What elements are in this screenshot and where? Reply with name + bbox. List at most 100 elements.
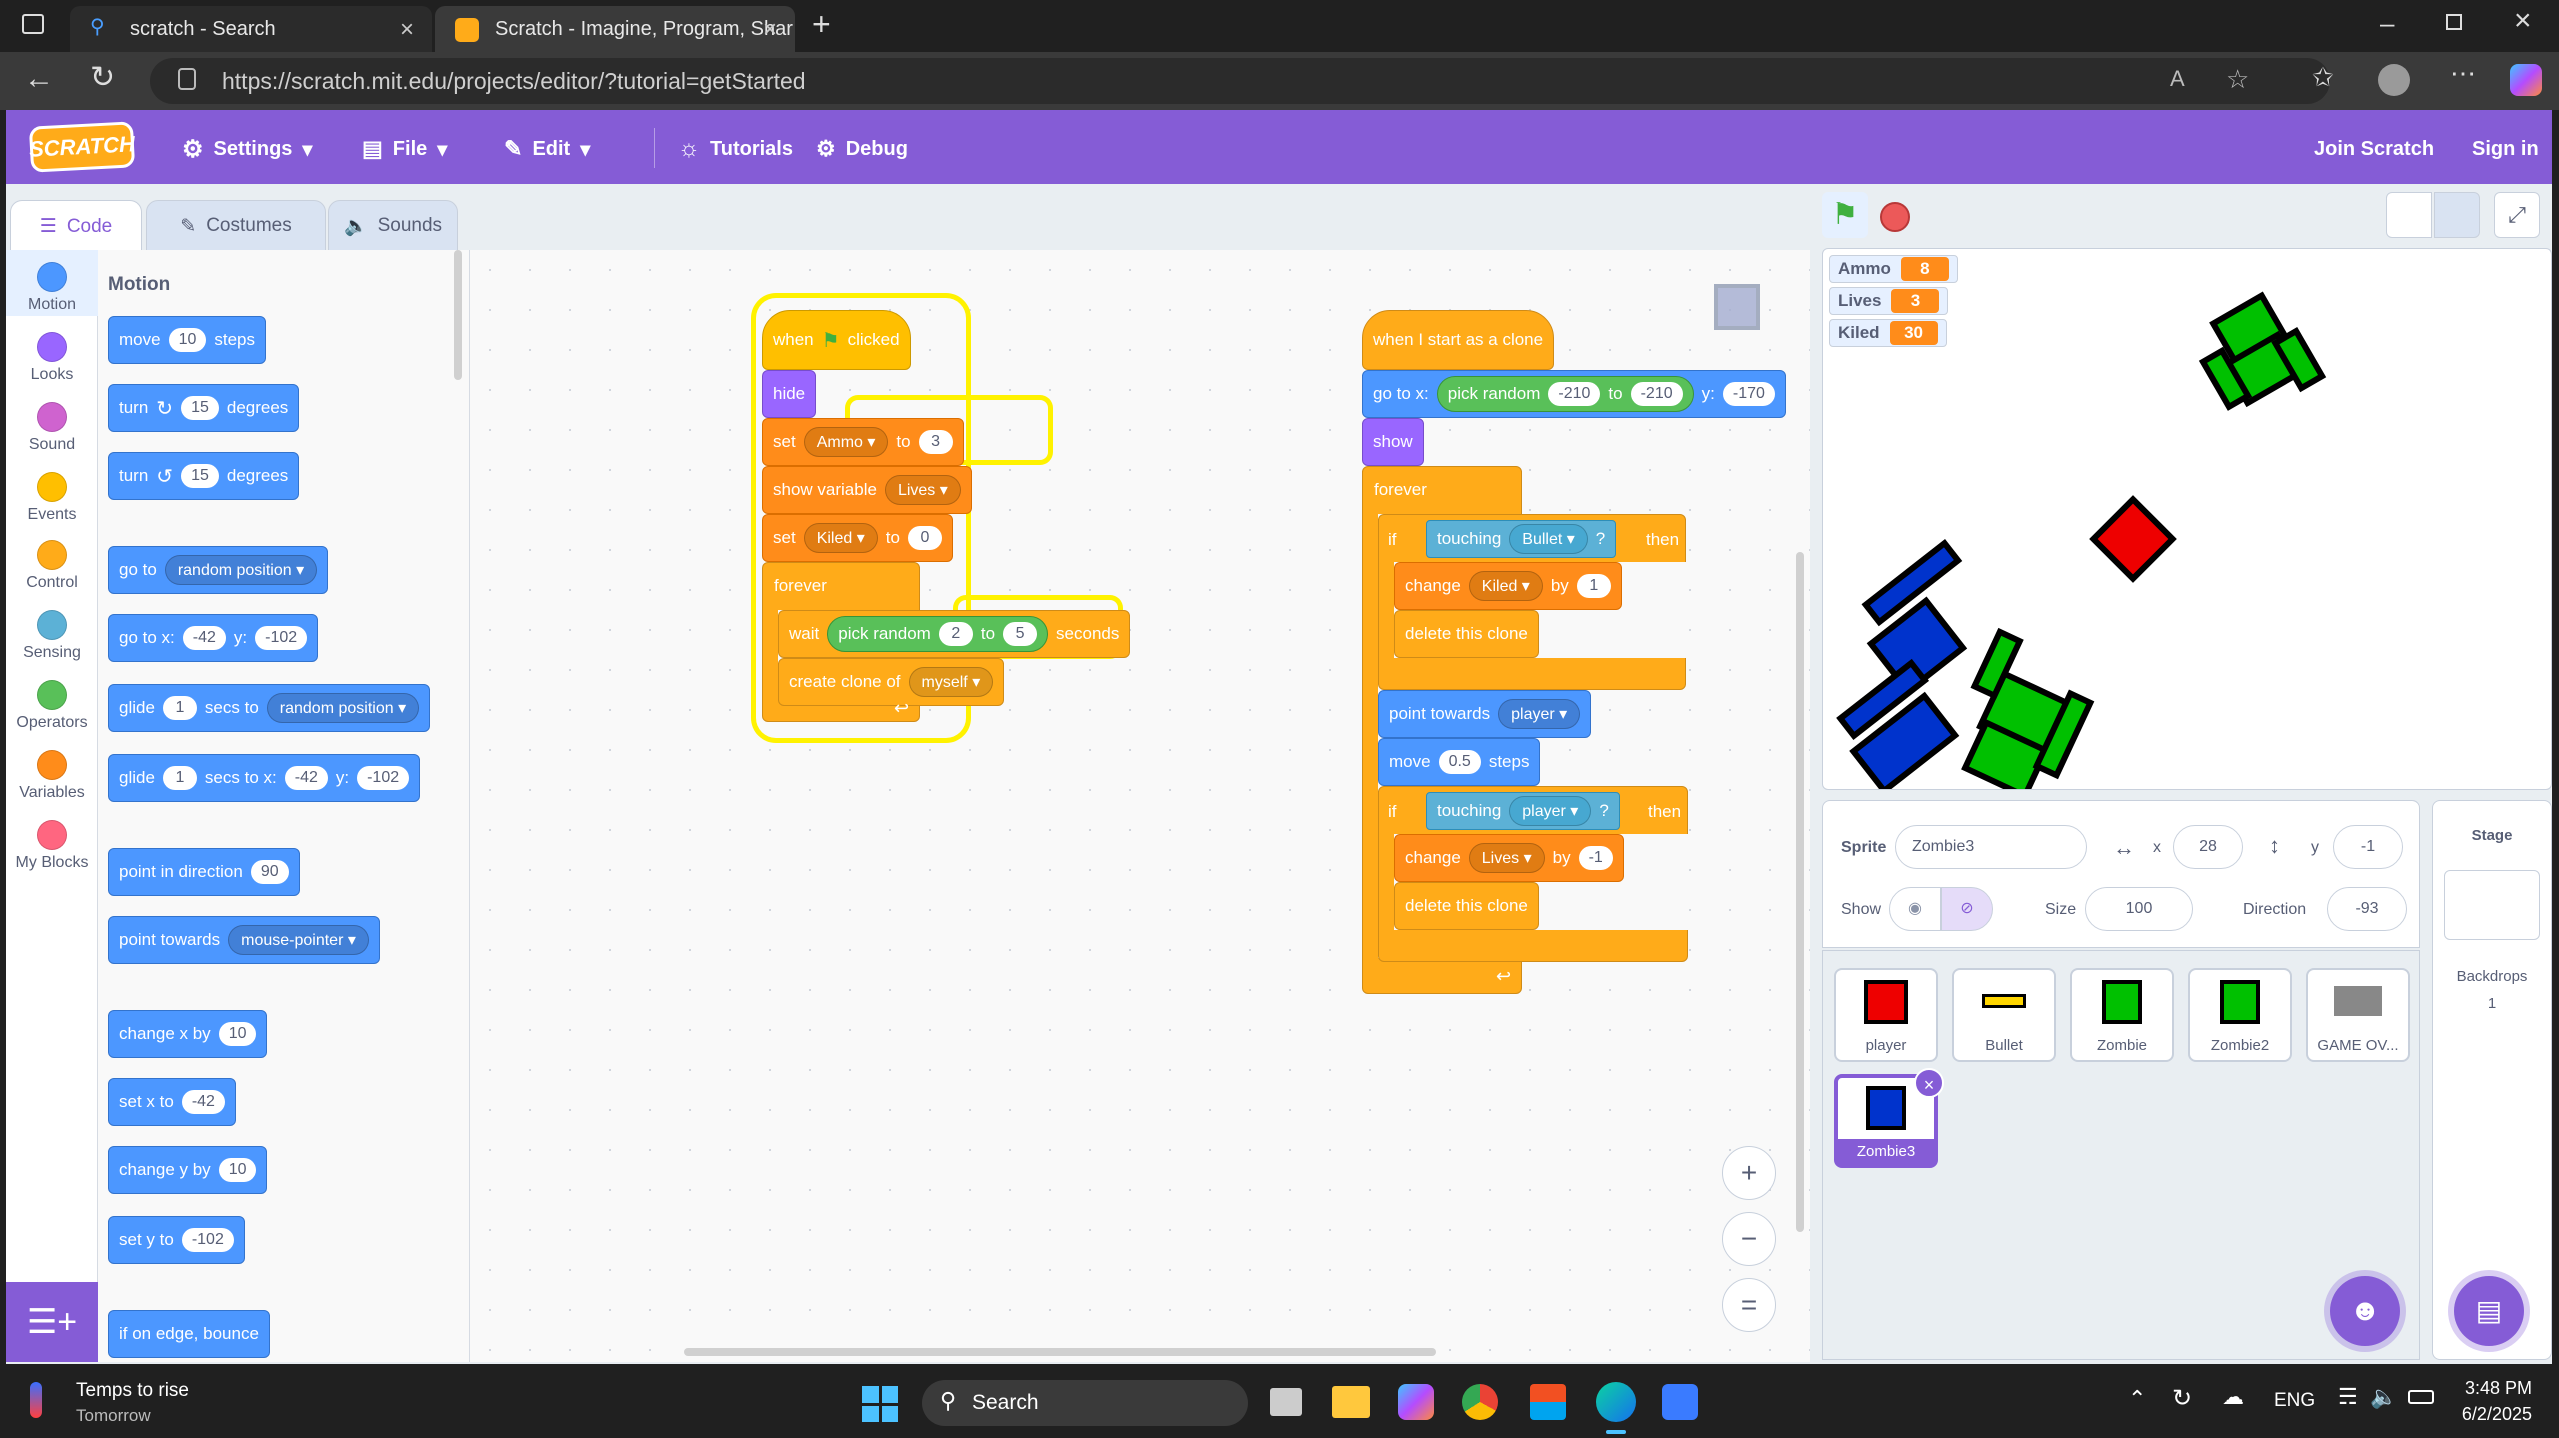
size-field[interactable]: 100 — [2085, 887, 2193, 931]
block-change-lives[interactable]: change Lives ▾ by -1 — [1394, 834, 1624, 882]
block-create-clone[interactable]: create clone of myself ▾ — [778, 658, 1005, 706]
block-change-y[interactable]: change y by 10 — [108, 1146, 268, 1194]
category-variables[interactable]: Variables — [6, 750, 98, 802]
add-extension-button[interactable]: ☰+ — [6, 1282, 98, 1362]
copilot-app-icon[interactable] — [1398, 1384, 1434, 1420]
script-area[interactable]: when ⚑ clicked hide set Ammo ▾ to 3 show vari… — [470, 250, 1810, 1362]
category-my-blocks[interactable]: My Blocks — [6, 820, 98, 872]
secs-input[interactable]: 1 — [162, 766, 197, 790]
block-touching-bullet[interactable]: touching Bullet ▾? — [1426, 520, 1617, 558]
weather-title[interactable]: Temps to rise — [76, 1380, 189, 1402]
from-input[interactable]: -210 — [1548, 382, 1601, 406]
zoom-out-button[interactable]: − — [1722, 1212, 1776, 1266]
read-aloud-icon[interactable]: A — [2170, 66, 2185, 92]
block-move-steps-2[interactable]: move 0.5 steps — [1378, 738, 1541, 786]
direction-input[interactable]: 90 — [250, 860, 289, 884]
x-input[interactable]: -42 — [284, 766, 328, 790]
block-point-direction[interactable]: point in direction 90 — [108, 848, 300, 896]
direction-field[interactable]: -93 — [2327, 887, 2407, 931]
block-when-flag-clicked[interactable]: when ⚑ clicked — [762, 310, 911, 370]
join-scratch-link[interactable]: Join Scratch — [2314, 134, 2434, 164]
profile-avatar[interactable] — [2378, 64, 2410, 96]
set-x-input[interactable]: -42 — [181, 1090, 225, 1114]
stage-canvas[interactable]: Ammo 8 Lives 3 Kiled 30 — [1822, 248, 2552, 790]
block-delete-clone-1[interactable]: delete this clone — [1394, 610, 1539, 658]
close-tab-icon[interactable]: × — [763, 16, 777, 44]
more-menu-icon[interactable]: ⋯ — [2450, 58, 2476, 89]
close-window-icon[interactable]: × — [2514, 4, 2532, 38]
towards-dropdown[interactable]: mouse-pointer ▾ — [228, 925, 369, 955]
block-bounce[interactable]: if on edge, bounce — [108, 1310, 270, 1358]
favorites-icon[interactable]: ✩ — [2312, 62, 2334, 93]
block-point-towards-player[interactable]: point towards player ▾ — [1378, 690, 1592, 738]
category-motion[interactable]: Motion — [6, 262, 98, 314]
steps-input[interactable]: 0.5 — [1438, 750, 1481, 774]
block-glide-random[interactable]: glide 1 secs to random position ▾ — [108, 684, 431, 732]
browser-tab-search[interactable]: ⚲ scratch - Search × — [70, 6, 432, 52]
category-operators[interactable]: Operators — [6, 680, 98, 732]
zoom-reset-button[interactable]: = — [1722, 1278, 1776, 1332]
store-icon[interactable] — [1530, 1384, 1566, 1420]
tab-actions-icon[interactable] — [22, 14, 44, 34]
block-set-ammo[interactable]: set Ammo ▾ to 3 — [762, 418, 964, 466]
horizontal-scrollbar[interactable] — [684, 1348, 1436, 1356]
show-eye-button[interactable]: ◉ — [1889, 887, 1941, 931]
category-looks[interactable]: Looks — [6, 332, 98, 384]
tab-code[interactable]: ☰ Code — [10, 200, 142, 252]
edge-icon[interactable] — [1596, 1382, 1636, 1422]
block-show[interactable]: show — [1362, 418, 1424, 466]
sprite-thumb-bullet[interactable]: Bullet — [1952, 968, 2056, 1062]
block-show-variable[interactable]: show variable Lives ▾ — [762, 466, 972, 514]
minimize-icon[interactable]: – — [2380, 8, 2394, 39]
block-point-towards[interactable]: point towards mouse-pointer ▾ — [108, 916, 380, 964]
tab-sounds[interactable]: 🔈 Sounds — [328, 200, 458, 252]
close-tab-icon[interactable]: × — [400, 16, 414, 44]
sprite-thumb-zombie[interactable]: Zombie — [2070, 968, 2174, 1062]
degrees-input[interactable]: 15 — [181, 464, 219, 488]
to-input[interactable]: -210 — [1630, 382, 1683, 406]
variable-dropdown[interactable]: Kiled ▾ — [1468, 571, 1543, 601]
restore-icon[interactable] — [2446, 14, 2462, 30]
new-tab-button[interactable]: + — [812, 6, 831, 43]
goto-dropdown[interactable]: random position ▾ — [164, 555, 318, 585]
set-y-input[interactable]: -102 — [181, 1228, 234, 1252]
category-sound[interactable]: Sound — [6, 402, 98, 454]
block-set-y[interactable]: set y to -102 — [108, 1216, 245, 1264]
touching-dropdown[interactable]: Bullet ▾ — [1509, 524, 1588, 554]
hide-eye-button[interactable]: ⊘ — [1941, 887, 1993, 931]
block-hide[interactable]: hide — [762, 370, 817, 418]
scratch-logo[interactable]: SCRATCH — [28, 121, 136, 173]
edit-menu[interactable]: ✎ Edit ▾ — [504, 134, 590, 164]
block-go-to-xy[interactable]: go to x: -42 y: -102 — [108, 614, 319, 662]
x-input[interactable]: -42 — [182, 626, 226, 650]
sprite-thumb-zombie2[interactable]: Zombie2 — [2188, 968, 2292, 1062]
green-flag-button[interactable]: ⚑ — [1822, 192, 1868, 238]
choose-backdrop-button[interactable]: ▤ — [2454, 1276, 2524, 1346]
small-stage-button[interactable] — [2386, 192, 2432, 238]
degrees-input[interactable]: 15 — [181, 396, 219, 420]
block-set-x[interactable]: set x to -42 — [108, 1078, 236, 1126]
settings-menu[interactable]: ⚙ Settings ▾ — [182, 134, 312, 164]
block-touching-player[interactable]: touching player ▾? — [1426, 792, 1620, 830]
back-icon[interactable]: ← — [24, 62, 54, 96]
from-input[interactable]: 2 — [938, 622, 973, 646]
category-control[interactable]: Control — [6, 540, 98, 592]
to-input[interactable]: 5 — [1003, 622, 1038, 646]
block-turn-left[interactable]: turn ↺ 15 degrees — [108, 452, 300, 500]
variable-dropdown[interactable]: Ammo ▾ — [803, 427, 889, 457]
palette-scrollbar[interactable] — [454, 250, 462, 380]
value-input[interactable]: 0 — [907, 526, 942, 550]
sign-in-link[interactable]: Sign in — [2472, 134, 2539, 164]
volume-icon[interactable]: 🔈 — [2370, 1384, 2397, 1410]
change-y-input[interactable]: 10 — [218, 1158, 257, 1182]
fullscreen-button[interactable]: ⤢ — [2494, 192, 2540, 238]
sync-icon[interactable]: ↻ — [2172, 1384, 2192, 1413]
sprite-thumb-player[interactable]: player — [1834, 968, 1938, 1062]
block-go-to-xy-random[interactable]: go to x: pick random -210 to -210 y: -170 — [1362, 370, 1786, 418]
block-move-steps[interactable]: move 10 steps — [108, 316, 267, 364]
block-change-kiled[interactable]: change Kiled ▾ by 1 — [1394, 562, 1622, 610]
network-off-icon[interactable]: ☁ — [2222, 1384, 2244, 1410]
variable-dropdown[interactable]: Lives ▾ — [1468, 843, 1545, 873]
change-x-input[interactable]: 10 — [218, 1022, 257, 1046]
stop-button[interactable] — [1880, 202, 1910, 232]
